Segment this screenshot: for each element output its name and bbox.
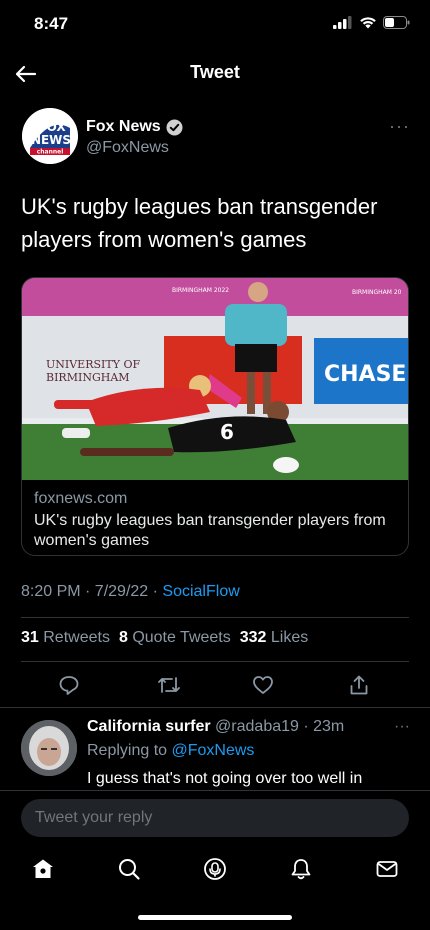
reply-avatar[interactable] [21,720,77,776]
fox-news-logo: FOX NEWS channel [22,108,78,164]
verified-badge-icon [166,119,183,135]
compose-bar: Tweet your reply [0,790,430,845]
reply-icon [59,676,79,695]
reply-header: California surfer @radaba19 · 23m [87,718,344,736]
replying-to: Replying to @FoxNews [87,742,254,760]
reply-input[interactable]: Tweet your reply [21,799,409,837]
svg-text:BIRMINGHAM 2022: BIRMINGHAM 2022 [172,287,229,294]
home-icon [33,859,53,878]
status-icons [333,16,410,29]
retweet-icon [158,677,180,693]
svg-text:channel: channel [37,149,64,156]
author-name-text: Fox News [86,118,161,135]
tweet-text: UK's rugby leagues ban transgender playe… [21,194,378,252]
author-avatar[interactable]: FOX NEWS channel [22,108,78,164]
spaces-icon [204,858,226,880]
reply-author-name[interactable]: California surfer [87,718,211,735]
divider [21,617,409,618]
replying-prefix: Replying to [87,742,172,759]
author-name[interactable]: Fox News [86,118,183,136]
reply-button[interactable] [56,672,82,698]
tab-search[interactable] [116,856,142,882]
card-domain: foxnews.com [34,490,128,507]
tweet-stats: 31 Retweets 8 Quote Tweets 332 Likes [21,629,308,647]
reply-text: I guess that's not going over too well i… [87,770,363,787]
tab-spaces[interactable] [202,856,228,882]
tweet-meta: 8:20 PM · 7/29/22 · SocialFlow [21,583,240,601]
retweet-button[interactable] [156,672,182,698]
divider [0,707,430,708]
svg-text:BIRMINGHAM: BIRMINGHAM [46,371,130,384]
like-icon [253,676,273,694]
svg-text:BIRMINGHAM 20: BIRMINGHAM 20 [352,289,402,296]
home-indicator [138,915,292,920]
battery-icon [383,16,410,29]
card-image: BIRMINGHAM 2022 BIRMINGHAM 20 UNIVERSITY… [22,278,408,480]
replying-to-handle[interactable]: @FoxNews [172,742,255,759]
nav-header: Tweet [0,48,430,98]
retweets-label: Retweets [43,629,110,646]
reply-tweet[interactable]: California surfer @radaba19 · 23m ··· Re… [21,716,410,796]
tab-bar [0,850,430,890]
author-handle[interactable]: @FoxNews [86,139,169,157]
retweets-stat[interactable]: 31 Retweets [21,629,110,647]
tweet-source-link[interactable]: SocialFlow [162,583,239,600]
reply-more-icon[interactable]: ··· [394,718,410,736]
likes-stat[interactable]: 332 Likes [240,629,309,647]
svg-text:CHASE: CHASE [324,362,406,387]
tab-messages[interactable] [374,856,400,882]
retweets-count: 31 [21,629,39,646]
quotes-count: 8 [118,629,128,646]
link-card[interactable]: BIRMINGHAM 2022 BIRMINGHAM 20 UNIVERSITY… [21,277,409,556]
share-button[interactable] [346,672,372,698]
messages-icon [376,861,398,877]
tweet-author: FOX NEWS channel Fox News @FoxNews ··· [22,108,410,168]
share-icon [350,675,368,695]
likes-count: 332 [239,629,267,646]
svg-text:UNIVERSITY OF: UNIVERSITY OF [46,358,140,371]
status-time: 8:47 [34,14,69,33]
tweet-timestamp: 8:20 PM · 7/29/22 · [21,583,163,600]
notifications-icon [291,859,311,880]
svg-text:6: 6 [220,420,234,444]
signal-icon [333,16,352,29]
svg-text:FOX: FOX [38,120,66,134]
wifi-icon [360,17,376,29]
quotes-label: Quote Tweets [132,629,231,646]
divider [21,661,409,662]
reply-handle-time: @radaba19 · 23m [215,718,345,735]
like-button[interactable] [250,672,276,698]
search-icon [119,859,140,880]
likes-label: Likes [270,629,309,646]
svg-text:NEWS: NEWS [31,133,71,147]
page-title: Tweet [190,62,240,82]
quotes-stat[interactable]: 8 Quote Tweets [119,629,231,647]
card-title: UK's rugby leagues ban transgender playe… [34,512,386,549]
more-icon[interactable]: ··· [389,116,410,137]
status-bar: 8:47 [0,0,430,48]
tab-home[interactable] [30,856,56,882]
tab-notifications[interactable] [288,856,314,882]
tweet-actions [0,672,430,700]
